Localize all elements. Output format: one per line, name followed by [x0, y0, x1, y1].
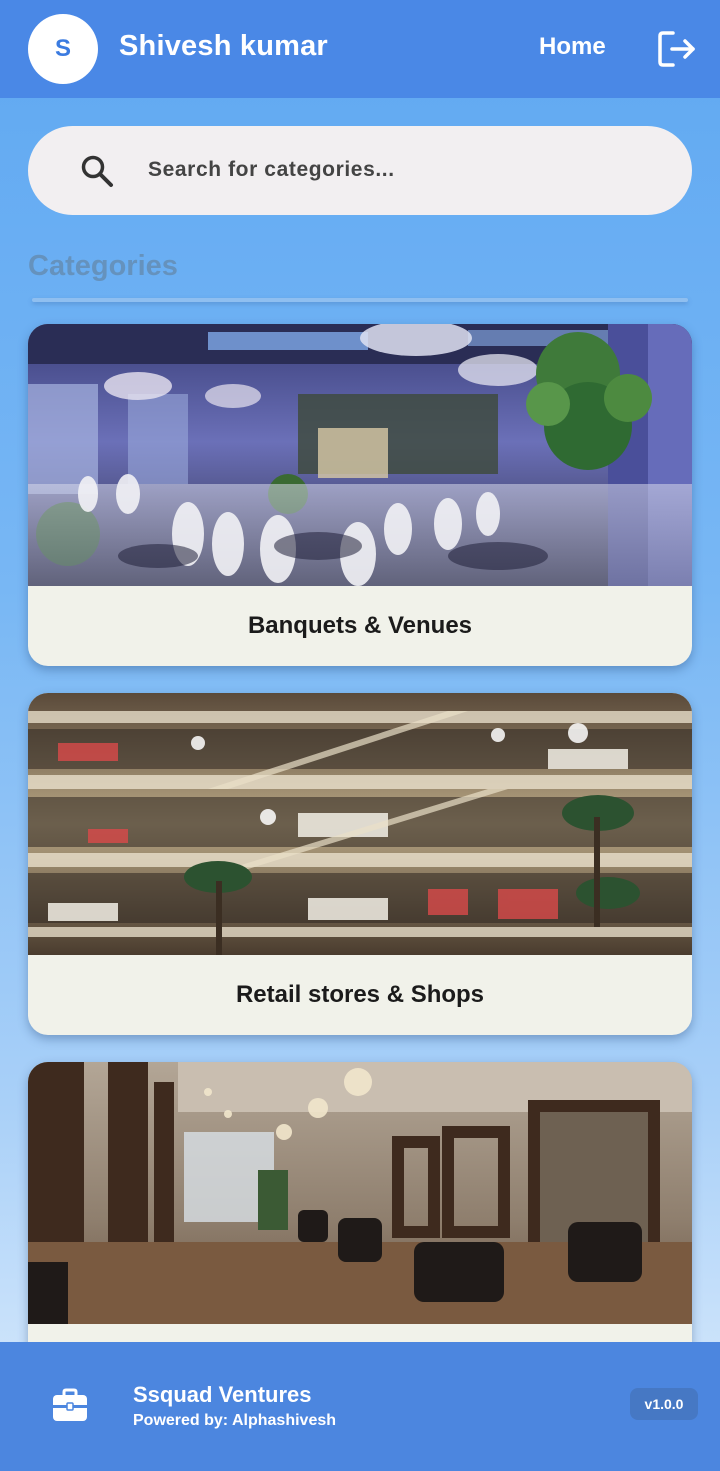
company-name: Ssquad Ventures [133, 1382, 312, 1407]
category-card-banquets[interactable]: Banquets & Venues [28, 324, 692, 666]
banquet-hall-image [28, 324, 692, 586]
footer: Ssquad Ventures Powered by: Alphashivesh… [0, 1342, 720, 1471]
search-input[interactable]: Search for categories... [148, 158, 395, 182]
powered-by: Powered by: Alphashivesh [133, 1412, 337, 1429]
category-label: Banquets & Venues [247, 612, 473, 639]
app-bar: S Shivesh kumar Home [0, 0, 720, 98]
home-link[interactable]: Home [539, 33, 606, 61]
version-badge: v1.0.0 [630, 1388, 698, 1420]
briefcase-icon [53, 1388, 87, 1421]
salon-interior-image [28, 1062, 692, 1324]
avatar[interactable]: S [28, 14, 98, 84]
search-icon [81, 155, 113, 187]
section-title: Categories [28, 250, 178, 282]
logout-icon[interactable] [656, 28, 698, 70]
category-label: Retail stores & Shops [235, 981, 485, 1008]
search-bar[interactable]: Search for categories... [28, 126, 692, 215]
shopping-mall-image [28, 693, 692, 955]
category-card-retail[interactable]: Retail stores & Shops [28, 693, 692, 1035]
username: Shivesh kumar [119, 30, 328, 62]
avatar-initial: S [54, 35, 71, 62]
section-divider [32, 298, 688, 302]
